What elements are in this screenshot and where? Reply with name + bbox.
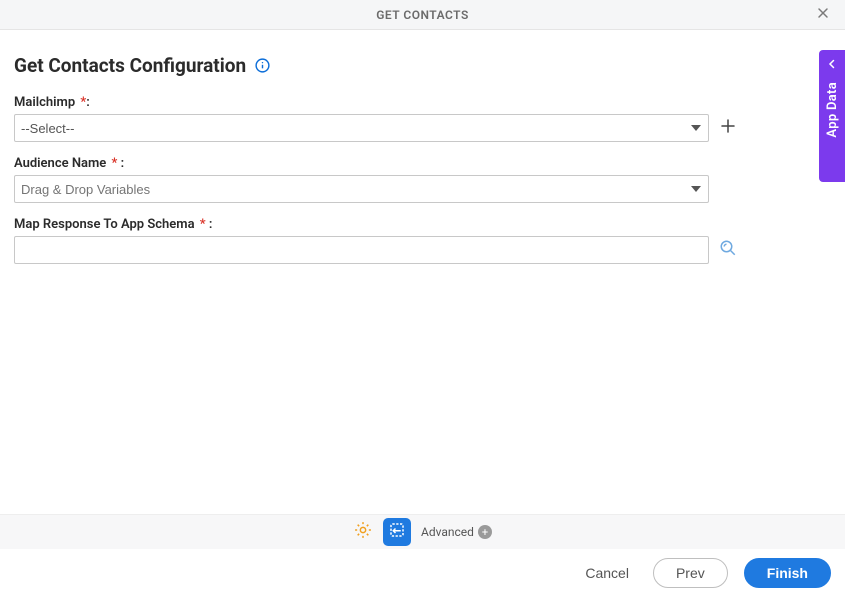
close-icon: [815, 5, 831, 25]
audience-input[interactable]: [14, 175, 709, 203]
magnify-icon: [719, 239, 737, 261]
dialog-header: GET CONTACTS: [0, 0, 845, 30]
dialog-title: GET CONTACTS: [376, 8, 469, 22]
audience-label: Audience Name * :: [14, 156, 831, 171]
mailchimp-select[interactable]: [14, 114, 709, 142]
dialog-content: Get Contacts Configuration Mailchimp *:: [0, 30, 845, 264]
prev-button[interactable]: Prev: [653, 558, 728, 588]
required-marker: *: [108, 156, 117, 171]
map-response-label-text: Map Response To App Schema: [14, 217, 195, 232]
plus-icon: [719, 117, 737, 139]
mailchimp-label: Mailchimp *:: [14, 95, 831, 110]
required-marker: *: [197, 217, 206, 232]
gear-icon: [353, 520, 373, 544]
toolbar-footer: Advanced +: [0, 514, 845, 549]
arrange-button[interactable]: [383, 518, 411, 546]
map-response-label: Map Response To App Schema * :: [14, 217, 831, 232]
page-title: Get Contacts Configuration: [14, 54, 246, 77]
info-icon[interactable]: [254, 57, 271, 74]
arrange-icon: [388, 521, 406, 543]
colon: :: [206, 217, 213, 232]
mailchimp-field: Mailchimp *:: [14, 95, 831, 142]
required-marker: *: [77, 95, 86, 110]
close-button[interactable]: [813, 5, 833, 25]
action-footer: Cancel Prev Finish: [0, 549, 845, 596]
settings-button[interactable]: [353, 520, 373, 544]
audience-label-text: Audience Name: [14, 156, 106, 171]
finish-button[interactable]: Finish: [744, 558, 831, 588]
mailchimp-label-text: Mailchimp: [14, 95, 75, 110]
add-button[interactable]: [717, 117, 739, 139]
map-response-input[interactable]: [14, 236, 709, 264]
advanced-label-text: Advanced: [421, 525, 474, 539]
audience-select-wrap: [14, 175, 709, 203]
audience-field: Audience Name * :: [14, 156, 831, 203]
map-response-field: Map Response To App Schema * :: [14, 217, 831, 264]
page-heading-row: Get Contacts Configuration: [14, 54, 831, 77]
advanced-toggle[interactable]: Advanced +: [421, 525, 492, 539]
chevron-left-icon: [826, 58, 838, 74]
plus-circle-icon: +: [478, 525, 492, 539]
cancel-button[interactable]: Cancel: [577, 559, 637, 587]
schema-lookup-button[interactable]: [717, 239, 739, 261]
mailchimp-select-wrap: [14, 114, 709, 142]
app-data-panel-toggle[interactable]: App Data: [819, 50, 845, 182]
colon: :: [86, 95, 90, 110]
app-data-label: App Data: [825, 82, 840, 138]
colon: :: [117, 156, 124, 171]
map-response-input-wrap: [14, 236, 709, 264]
